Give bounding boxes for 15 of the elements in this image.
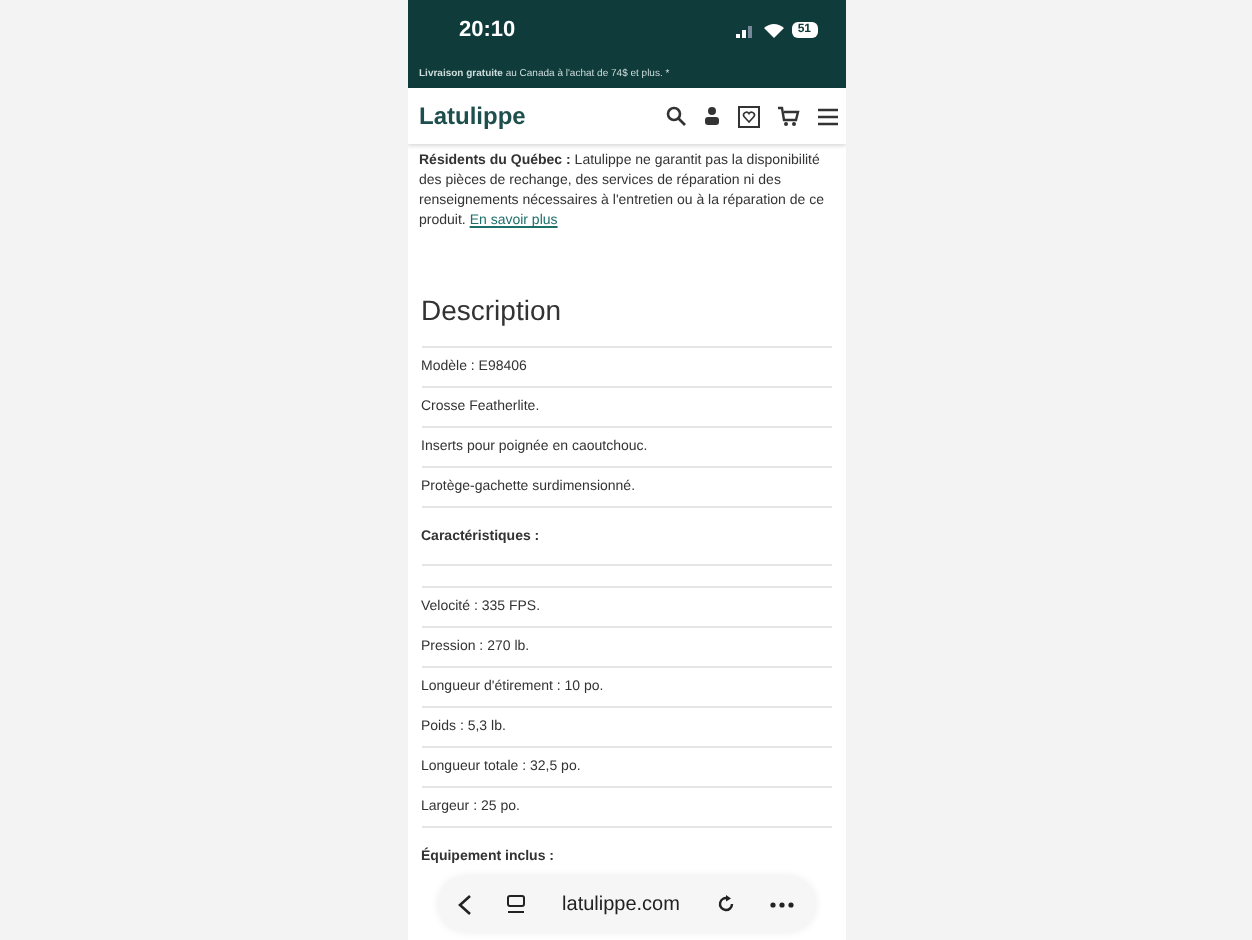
account-icon[interactable] xyxy=(703,106,719,126)
clock: 20:10 xyxy=(459,18,516,42)
search-icon[interactable] xyxy=(665,106,685,126)
more-icon[interactable] xyxy=(770,901,795,907)
menu-icon[interactable] xyxy=(817,107,837,125)
section-title: Description xyxy=(419,294,564,326)
cart-icon[interactable] xyxy=(777,106,799,126)
url-text[interactable]: latulippe.com xyxy=(562,893,680,915)
signal-icon xyxy=(735,22,756,38)
wifi-icon xyxy=(763,22,784,38)
back-icon[interactable] xyxy=(457,893,471,915)
reload-icon[interactable] xyxy=(715,894,736,914)
logo[interactable]: Latulippe xyxy=(419,102,526,130)
wishlist-icon[interactable] xyxy=(737,105,759,127)
tabs-icon[interactable] xyxy=(506,894,527,914)
